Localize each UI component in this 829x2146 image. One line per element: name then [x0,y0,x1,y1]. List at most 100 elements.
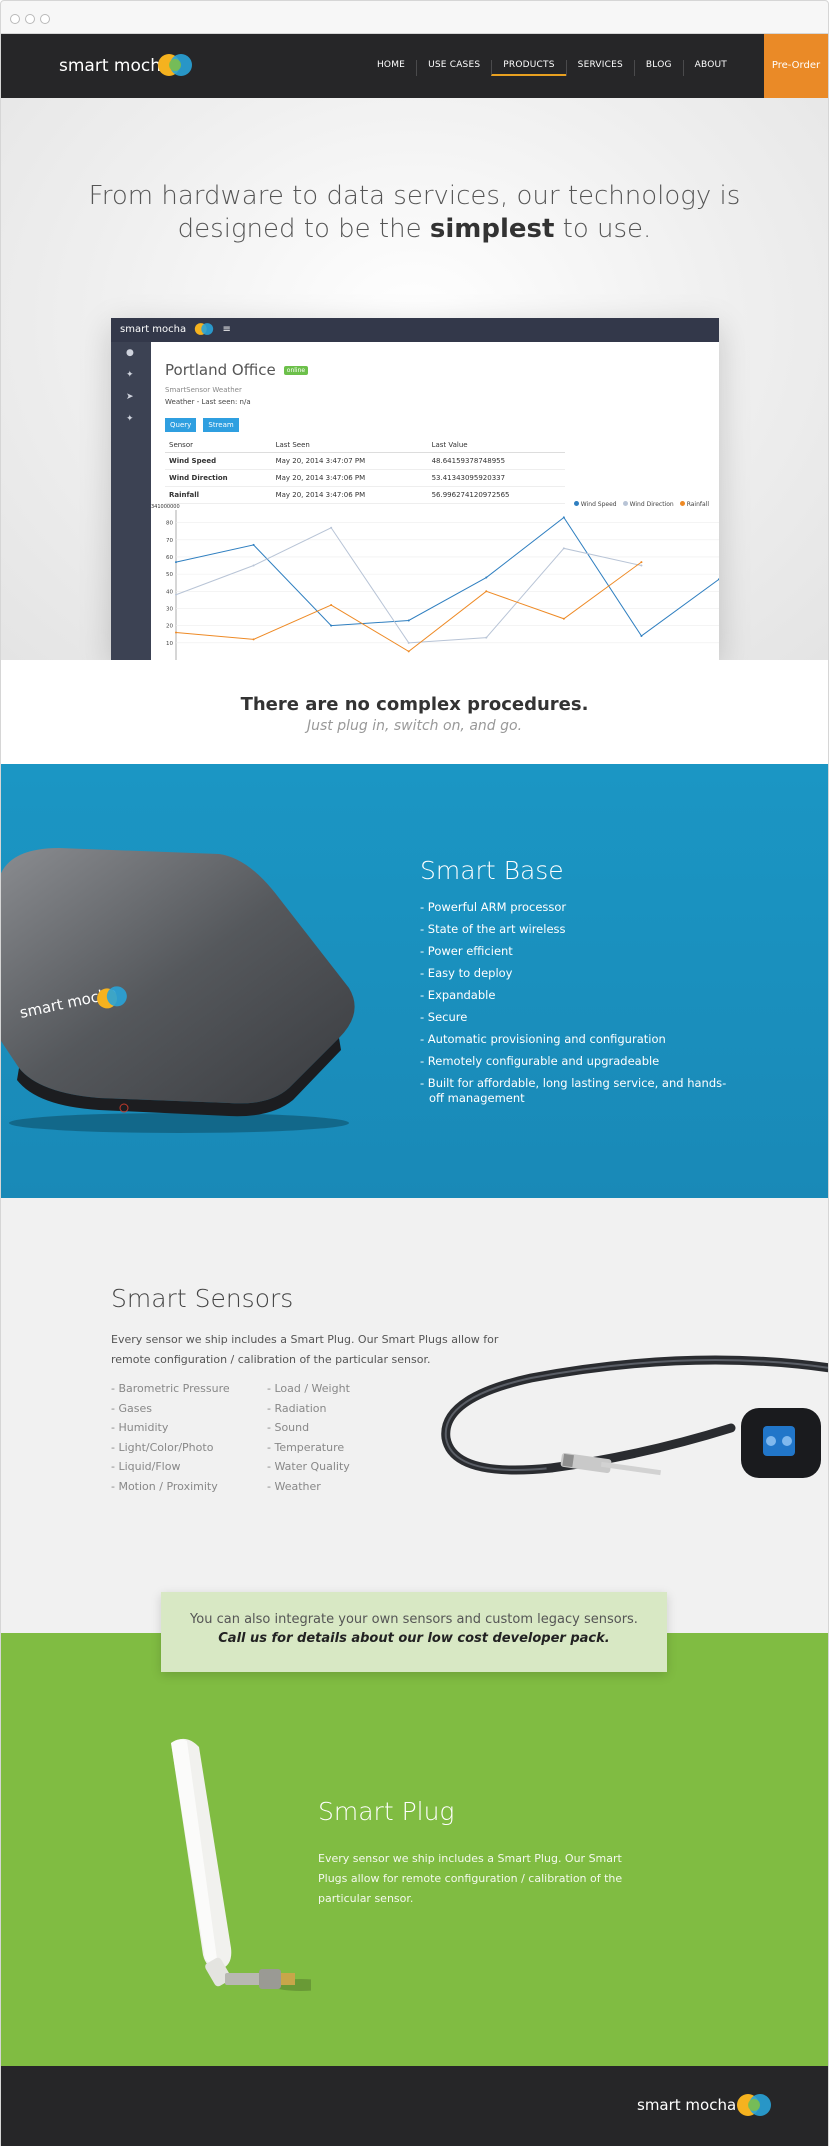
footer-logo-icon[interactable] [734,2092,774,2118]
list-item: - Easy to deploy [420,966,513,980]
data-point [562,547,565,550]
list-item: - Remotely configurable and upgradeable [420,1054,660,1068]
dashboard-subtitle-2: Weather - Last seen: n/a [165,398,251,406]
send-icon: ➤ [126,392,134,402]
y-tick-label: 40 [166,589,173,595]
cell: 53.41343095920337 [427,469,565,487]
query-button[interactable]: Query [165,418,197,432]
data-point [175,593,177,596]
col-sensor: Sensor [165,438,272,453]
nav-products[interactable]: PRODUCTS [491,60,566,76]
top-nav: smart mocha HOME USE CASES PRODUCTS SERV… [1,34,828,98]
window-minimize-icon[interactable] [25,14,35,24]
smart-plug-section: Smart Plug Every sensor we ship includes… [1,1633,828,2066]
data-point [640,634,643,637]
dashboard-topbar: smart mocha ≡ [111,318,719,342]
list-item: - Light/Color/Photo [111,1440,214,1454]
data-point [485,576,488,579]
list-item: - Automatic provisioning and configurati… [420,1032,666,1046]
cell: May 20, 2014 3:47:07 PM [271,452,428,470]
footer-logo-text[interactable]: smart mocha [637,2096,736,2114]
stream-button[interactable]: Stream [203,418,239,432]
hero-line-2-pre: designed to be the [177,214,430,244]
data-point [175,561,177,564]
data-point [640,564,643,567]
y-tick-label: 70 [166,538,173,544]
data-point [485,636,488,639]
page: smart mocha HOME USE CASES PRODUCTS SERV… [0,34,829,2146]
nav-use-cases[interactable]: USE CASES [416,60,491,76]
dashboard-logo-icon [195,323,214,335]
preorder-button[interactable]: Pre-Order [764,34,828,98]
y-tick-label: 10 [166,641,173,647]
cell: Wind Direction [165,469,272,487]
nav-about[interactable]: ABOUT [682,60,738,76]
list-item: - Radiation [267,1401,327,1415]
nav-blog[interactable]: BLOG [633,60,683,76]
data-point [485,590,488,593]
sensor-table: Sensor Last Seen Last Value Wind Speed M… [165,438,565,504]
smart-base-features: - Powerful ARM processor - State of the … [420,900,740,1105]
list-item: - Secure [420,1010,468,1024]
dashboard-sidebar: ● ✦ ➤ ✦ [111,342,151,660]
smart-base-title: Smart Base [420,856,564,885]
hero-line-2: designed to be the simplest to use. [1,213,828,246]
nav-links: HOME USE CASES PRODUCTS SERVICES BLOG AB… [366,60,738,76]
list-item: - Sound [267,1421,310,1434]
hero-line-2-post: to use. [554,214,652,244]
sensor-chart: 341000000 80 70 60 50 40 30 20 10 [151,504,719,660]
procedures-subheading: Just plug in, switch on, and go. [306,718,523,734]
list-item: - Water Quality [267,1460,350,1473]
developer-pack-callout: You can also integrate your own sensors … [161,1592,667,1672]
data-point [175,631,177,634]
hero-section: From hardware to data services, our tech… [1,98,828,660]
series-line-wind-speed [175,516,719,637]
list-item: - Barometric Pressure [111,1382,230,1395]
procedures-heading: There are no complex procedures. [240,694,589,715]
dashboard-screenshot: smart mocha ≡ ● ✦ ➤ ✦ Portland Office on… [111,318,719,660]
y-axis-max-label: 341000000 [151,504,180,510]
data-point [330,526,333,529]
data-point [407,619,410,622]
list-item: - Temperature [267,1440,345,1454]
online-badge: online [283,366,309,375]
table-row[interactable]: Wind Speed May 20, 2014 3:47:07 PM 48.64… [165,452,565,470]
smart-base-device-image: smart mocha [1,848,355,1133]
nav-home[interactable]: HOME [366,60,416,76]
data-point [640,561,643,564]
logo-icon[interactable] [155,52,195,78]
dashboard-heading: Portland Office online [165,360,705,379]
share-icon: ✦ [126,370,134,380]
window-close-icon[interactable] [10,14,20,24]
y-tick-label: 80 [166,521,173,527]
dashboard-subtitle: SmartSensor Weather [165,386,242,394]
smart-plug-title: Smart Plug [318,1797,455,1826]
cell: 48.64159378748955 [427,452,565,470]
y-tick-label: 50 [166,572,173,578]
menu-icon: ≡ [222,324,231,335]
smart-sensors-title: Smart Sensors [111,1284,294,1313]
smart-plug-description: Every sensor we ship includes a Smart Pl… [318,1852,623,1905]
footer: smart mocha [1,2066,828,2146]
hero-emphasis: simplest [429,214,555,244]
list-item: - Liquid/Flow [111,1460,181,1473]
hero-line-1: From hardware to data services, our tech… [88,181,741,211]
table-row[interactable]: Wind Direction May 20, 2014 3:47:06 PM 5… [165,469,565,487]
smart-base-section: smart mocha Smart Base - Powerful ARM pr… [1,764,828,1198]
series-line-rainfall [175,561,642,653]
list-item: - Expandable [420,988,496,1002]
data-point [252,638,255,641]
y-tick-label: 30 [166,606,173,612]
dashboard-logo: smart mocha [120,324,187,335]
data-point [407,641,410,644]
data-point [252,564,255,567]
data-point [562,617,565,620]
data-point [562,516,565,519]
list-item: - Humidity [111,1421,169,1434]
window-maximize-icon[interactable] [40,14,50,24]
list-item: - State of the art wireless [420,922,566,936]
table-header: Sensor Last Seen Last Value [165,438,565,453]
nav-services[interactable]: SERVICES [565,60,634,76]
sensor-list-1: - Barometric Pressure - Gases - Humidity… [111,1382,230,1499]
nodes-icon: ✦ [126,414,134,424]
